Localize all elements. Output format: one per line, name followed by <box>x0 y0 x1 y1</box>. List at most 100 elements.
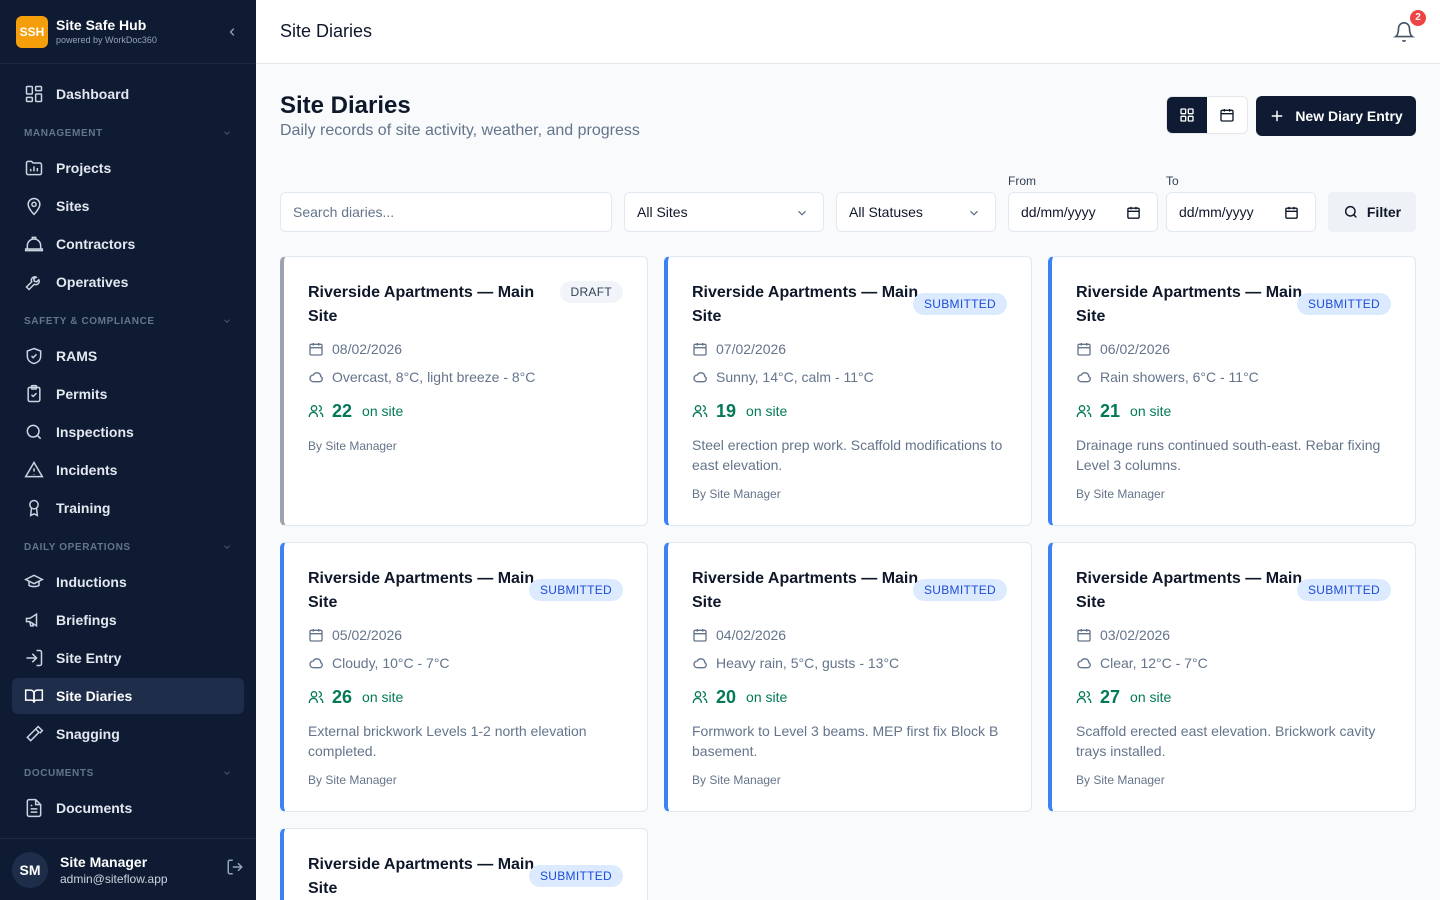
diary-card[interactable]: Riverside Apartments — Main Site DRAFT 0… <box>280 256 648 526</box>
brand-logo[interactable]: SSH <box>16 15 48 48</box>
sidebar-item-dashboard[interactable]: Dashboard <box>12 76 244 112</box>
sidebar-item-projects[interactable]: Projects <box>12 150 244 186</box>
worker-count: 27 <box>1100 686 1121 707</box>
search-input[interactable]: Search diaries... <box>280 192 612 232</box>
users-icon <box>1076 403 1092 419</box>
sidebar: SSH Site Safe Hub powered by WorkDoc360 … <box>0 0 256 900</box>
top-bar: Site Diaries 2 <box>256 0 1440 64</box>
avatar[interactable]: SM <box>12 851 48 888</box>
users-icon <box>308 403 324 419</box>
diary-workers-row: 26 on site <box>308 685 623 709</box>
worker-count: 21 <box>1100 400 1121 421</box>
sidebar-item-inspections[interactable]: Inspections <box>12 414 244 450</box>
sidebar-item-contractors[interactable]: Contractors <box>12 226 244 262</box>
sidebar-item-label: Inductions <box>56 574 127 590</box>
to-date-input[interactable]: dd/mm/yyyy <box>1166 192 1316 232</box>
section-label: DAILY OPERATIONS <box>24 541 131 553</box>
new-diary-entry-button[interactable]: New Diary Entry <box>1256 96 1416 136</box>
sidebar-item-permits[interactable]: Permits <box>12 376 244 412</box>
worker-count: 26 <box>332 686 353 707</box>
diary-notes: Formwork to Level 3 beams. MEP first fix… <box>692 723 999 759</box>
diary-author: By Site Manager <box>1076 487 1165 501</box>
grid-view-button[interactable] <box>1167 97 1207 133</box>
calendar-icon <box>692 627 708 643</box>
powered-by: powered by WorkDoc360 <box>56 35 157 45</box>
site-select[interactable]: All Sites <box>624 192 824 232</box>
diary-date-row: 08/02/2026 <box>308 339 623 359</box>
on-site-label: on site <box>746 403 788 419</box>
status-badge: SUBMITTED <box>912 579 1007 601</box>
diary-workers-row: 19 on site <box>692 399 1007 423</box>
sidebar-item-operatives[interactable]: Operatives <box>12 264 244 300</box>
diary-card[interactable]: Riverside Apartments — Main Site SUBMITT… <box>1048 256 1416 526</box>
diary-card[interactable]: Riverside Apartments — Main Site SUBMITT… <box>1048 542 1416 812</box>
sidebar-item-site-diaries[interactable]: Site Diaries <box>12 678 244 714</box>
cloud-icon <box>308 655 324 671</box>
diary-card[interactable]: Riverside Apartments — Main Site SUBMITT… <box>664 542 1032 812</box>
sidebar-item-documents[interactable]: Documents <box>12 790 244 826</box>
diary-title: Riverside Apartments — Main Site <box>308 570 535 611</box>
sidebar-item-incidents[interactable]: Incidents <box>12 452 244 488</box>
status-select[interactable]: All Statuses <box>836 192 996 232</box>
section-management[interactable]: MANAGEMENT <box>12 116 244 150</box>
dashboard-icon <box>24 84 44 104</box>
sidebar-item-snagging[interactable]: Snagging <box>12 716 244 752</box>
chevron-down-icon <box>970 210 978 216</box>
on-site-label: on site <box>362 403 404 419</box>
users-icon <box>692 689 708 705</box>
chevron-down-icon <box>224 319 230 323</box>
search-icon <box>1344 205 1357 218</box>
from-label: From <box>1008 174 1036 188</box>
shield-check-icon <box>24 346 44 366</box>
diary-title: Riverside Apartments — Main Site <box>692 284 919 325</box>
book-open-icon <box>24 686 44 706</box>
section-documents[interactable]: DOCUMENTS <box>12 756 244 790</box>
page-header: Site Diaries Daily records of site activ… <box>280 92 1416 152</box>
users-icon <box>308 689 324 705</box>
calendar-icon[interactable] <box>1126 205 1141 220</box>
notifications-button[interactable]: 2 <box>1392 7 1428 44</box>
new-button-label: New Diary Entry <box>1295 108 1403 124</box>
diary-date: 04/02/2026 <box>716 627 787 643</box>
sidebar-item-briefings[interactable]: Briefings <box>12 602 244 638</box>
calendar-view-button[interactable] <box>1207 97 1247 133</box>
diary-card[interactable]: Riverside Apartments — Main Site SUBMITT… <box>280 542 648 812</box>
section-safety[interactable]: SAFETY & COMPLIANCE <box>12 304 244 338</box>
sidebar-item-sites[interactable]: Sites <box>12 188 244 224</box>
user-name: Site Manager <box>60 853 148 870</box>
sidebar-item-label: Permits <box>56 386 108 402</box>
from-date-input[interactable]: dd/mm/yyyy <box>1008 192 1158 232</box>
sidebar-item-label: Operatives <box>56 274 129 290</box>
diary-card[interactable]: Riverside Apartments — Main Site SUBMITT… <box>664 256 1032 526</box>
sidebar-item-rams[interactable]: RAMS <box>12 338 244 374</box>
logout-icon[interactable] <box>226 858 244 881</box>
worker-count: 22 <box>332 400 353 421</box>
status-badge: SUBMITTED <box>528 865 623 887</box>
diary-date-row: 05/02/2026 <box>308 625 623 645</box>
sidebar-item-inductions[interactable]: Inductions <box>12 564 244 600</box>
diary-date: 07/02/2026 <box>716 341 787 357</box>
section-daily-operations[interactable]: DAILY OPERATIONS <box>12 530 244 564</box>
diary-author: By Site Manager <box>1076 773 1165 787</box>
view-toggle <box>1166 96 1248 134</box>
calendar-icon <box>692 341 708 357</box>
sidebar-item-site-entry[interactable]: Site Entry <box>12 640 244 676</box>
user-email: admin@siteflow.app <box>60 871 168 886</box>
user-info: Site Manager admin@siteflow.app <box>60 853 226 887</box>
diary-date: 08/02/2026 <box>332 341 403 357</box>
notification-badge: 2 <box>1408 7 1428 28</box>
collapse-sidebar-icon[interactable] <box>224 24 240 40</box>
diary-weather: Overcast, 8°C, light breeze - 8°C <box>332 369 536 385</box>
calendar-icon <box>1076 341 1092 357</box>
diary-workers-row: 27 on site <box>1076 685 1391 709</box>
topbar-title: Site Diaries <box>280 21 373 41</box>
graduation-cap-icon <box>24 572 44 592</box>
sidebar-item-training[interactable]: Training <box>12 490 244 526</box>
cloud-icon <box>692 655 708 671</box>
calendar-icon <box>308 341 324 357</box>
filter-button[interactable]: Filter <box>1328 192 1416 232</box>
calendar-icon[interactable] <box>1284 205 1299 220</box>
warning-triangle-icon <box>24 460 44 480</box>
diary-card[interactable]: Riverside Apartments — Main Site SUBMITT… <box>280 828 648 900</box>
from-date-value: dd/mm/yyyy <box>1021 204 1096 220</box>
